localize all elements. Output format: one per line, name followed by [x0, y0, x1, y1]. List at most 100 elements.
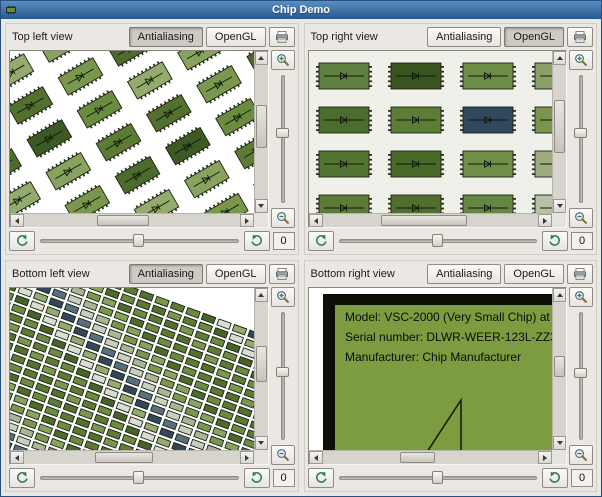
chip[interactable]	[153, 395, 169, 407]
chip[interactable]	[134, 348, 151, 361]
scroll-down-button[interactable]	[254, 436, 268, 450]
scrollbar-thumb[interactable]	[97, 215, 149, 226]
chip[interactable]	[122, 384, 138, 396]
chip[interactable]	[218, 409, 234, 421]
chip[interactable]	[63, 352, 79, 365]
chip[interactable]	[13, 344, 30, 357]
scrollbar-thumb[interactable]	[554, 99, 565, 154]
chip[interactable]	[177, 51, 224, 72]
chip[interactable]	[231, 323, 248, 336]
chip[interactable]	[144, 322, 161, 334]
chip[interactable]	[227, 382, 244, 395]
chip[interactable]	[197, 321, 214, 334]
chip[interactable]	[137, 389, 154, 402]
chip[interactable]	[98, 305, 114, 317]
chip[interactable]	[234, 364, 250, 377]
print-button[interactable]	[567, 264, 593, 284]
scrollbar-track[interactable]	[553, 302, 566, 436]
rotate-slider[interactable]	[38, 469, 241, 487]
chip[interactable]	[102, 437, 119, 449]
scrollbar-track[interactable]	[553, 65, 566, 199]
chip[interactable]	[32, 341, 48, 353]
chip[interactable]	[240, 347, 254, 359]
chip[interactable]	[65, 393, 82, 406]
chip[interactable]	[315, 106, 372, 134]
chip[interactable]	[218, 359, 235, 371]
chip[interactable]	[459, 106, 516, 134]
chip[interactable]	[189, 438, 206, 450]
chip[interactable]	[110, 319, 126, 332]
zoom-slider[interactable]	[274, 73, 292, 205]
opengl-button[interactable]: OpenGL	[504, 264, 564, 284]
chip[interactable]	[37, 423, 54, 435]
chip[interactable]	[147, 363, 163, 375]
chip[interactable]	[200, 312, 217, 325]
chip[interactable]	[81, 399, 97, 411]
chip[interactable]	[57, 56, 104, 97]
chip[interactable]	[175, 383, 191, 395]
chip[interactable]	[315, 62, 372, 90]
chip[interactable]	[209, 385, 225, 398]
chip[interactable]	[20, 326, 36, 339]
chip[interactable]	[215, 417, 231, 430]
chip[interactable]	[203, 353, 219, 366]
chip[interactable]	[211, 426, 228, 439]
chip[interactable]	[387, 194, 444, 213]
chip[interactable]	[10, 288, 18, 292]
chip[interactable]	[213, 327, 229, 339]
rotate-slider[interactable]	[337, 232, 540, 250]
scroll-right-button[interactable]	[239, 451, 254, 464]
chip[interactable]	[178, 374, 194, 387]
chip[interactable]	[133, 187, 180, 213]
chip[interactable]	[234, 129, 254, 170]
chip[interactable]	[169, 301, 186, 313]
title-bar[interactable]: Chip Demo	[1, 1, 601, 19]
chip[interactable]	[246, 429, 254, 441]
scrollbar-track[interactable]	[254, 302, 268, 436]
chip[interactable]	[25, 408, 41, 421]
horizontal-scrollbar[interactable]	[10, 213, 254, 227]
chip[interactable]	[244, 338, 254, 351]
chip[interactable]	[193, 380, 210, 392]
chip[interactable]	[165, 360, 182, 372]
chip[interactable]	[125, 375, 141, 387]
rotate-slider-handle[interactable]	[431, 234, 443, 247]
horizontal-scrollbar[interactable]	[308, 213, 552, 227]
opengl-button[interactable]: OpenGL	[205, 27, 266, 47]
chip[interactable]	[41, 314, 58, 327]
chip[interactable]	[14, 294, 30, 307]
scroll-down-button[interactable]	[254, 199, 268, 213]
chip[interactable]	[168, 400, 185, 413]
chip[interactable]	[315, 194, 372, 213]
chip[interactable]	[90, 422, 107, 435]
chip[interactable]	[150, 354, 166, 366]
chip[interactable]	[94, 363, 110, 376]
chip[interactable]	[172, 342, 188, 354]
chip[interactable]	[71, 425, 88, 438]
chip[interactable]	[459, 150, 516, 178]
chip[interactable]	[155, 436, 172, 448]
rotate-left-button[interactable]	[9, 231, 35, 251]
chip[interactable]	[26, 309, 42, 321]
chip[interactable]	[531, 106, 553, 134]
chip[interactable]	[38, 373, 54, 386]
chip[interactable]	[106, 378, 123, 391]
chip[interactable]	[120, 293, 136, 305]
chip[interactable]	[114, 154, 161, 195]
chip[interactable]	[216, 318, 232, 330]
chip[interactable]	[76, 317, 92, 329]
chip[interactable]	[200, 362, 216, 375]
chip[interactable]	[166, 310, 183, 322]
chip[interactable]	[199, 412, 216, 424]
chip[interactable]	[106, 428, 122, 440]
chip[interactable]	[16, 385, 32, 398]
chip[interactable]	[28, 400, 45, 412]
chip[interactable]	[50, 387, 66, 400]
chip[interactable]	[187, 347, 204, 360]
chip[interactable]	[237, 356, 254, 368]
chip[interactable]	[531, 62, 553, 90]
chip[interactable]	[10, 180, 42, 213]
chip[interactable]	[10, 338, 14, 351]
rotate-left-button[interactable]	[307, 468, 334, 488]
chip[interactable]	[56, 370, 73, 382]
